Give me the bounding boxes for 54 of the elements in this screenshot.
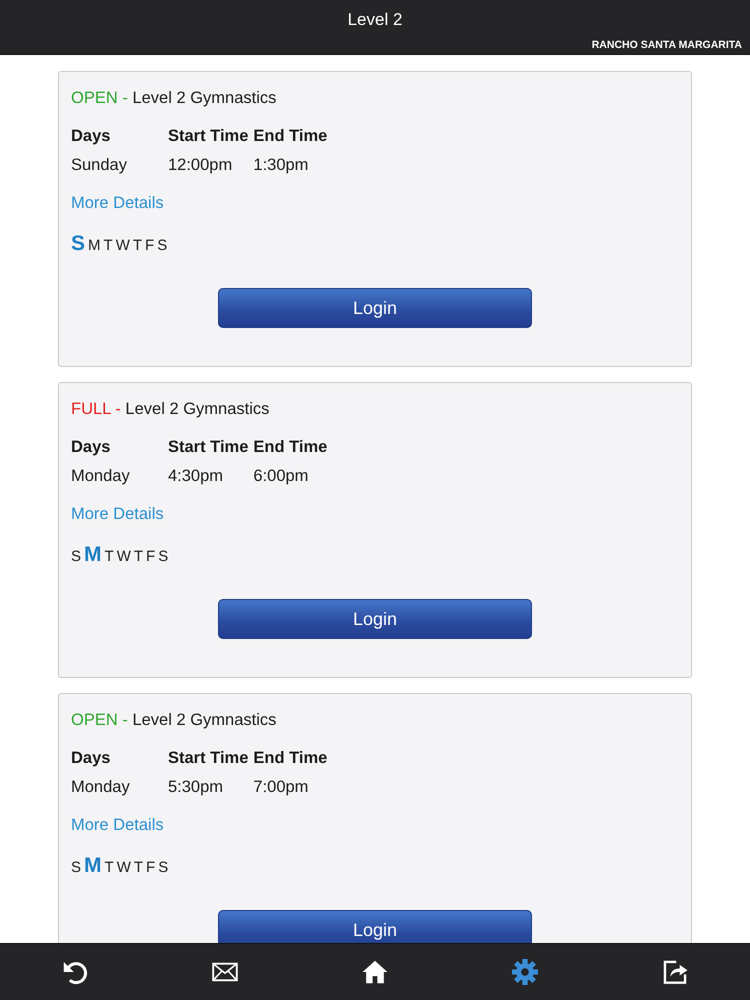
day-letter: S xyxy=(157,236,168,256)
status-label: FULL - xyxy=(71,400,121,418)
table-cell-text: 1:30pm xyxy=(253,155,310,175)
column-header: Start Time xyxy=(168,126,248,146)
day-letter: M xyxy=(84,854,102,878)
table-cell-text: Monday xyxy=(71,466,131,486)
column-header: End Time xyxy=(253,126,328,146)
column-header: End Time xyxy=(253,437,328,457)
table-cell-text: Sunday xyxy=(71,155,128,175)
day-letter: F xyxy=(146,547,156,567)
day-letter: S xyxy=(71,858,82,878)
day-letter: M xyxy=(84,543,102,567)
table-cell-text: 7:00pm xyxy=(253,777,310,797)
share-icon xyxy=(662,959,688,985)
day-letter: T xyxy=(134,858,144,878)
table-cell-text: Monday xyxy=(71,777,131,797)
table-cell-text: 6:00pm xyxy=(253,466,310,486)
page-title: Level 2 xyxy=(346,9,404,30)
login-button[interactable]: Login xyxy=(218,599,532,639)
day-letter: W xyxy=(116,858,131,878)
day-letter: T xyxy=(132,236,142,256)
day-letter: F xyxy=(145,236,154,256)
table-cell-text: 12:00pm xyxy=(168,155,234,175)
location-label: RANCHO SANTA MARGARITA xyxy=(590,39,743,52)
column-header: Start Time xyxy=(168,748,248,768)
day-letter: T xyxy=(104,858,114,878)
day-letter: W xyxy=(116,547,131,567)
settings-icon xyxy=(512,959,538,985)
day-letter: S xyxy=(71,232,86,256)
status-label: OPEN - xyxy=(71,711,128,729)
column-header: Days xyxy=(71,126,112,146)
class-title: Level 2 Gymnastics xyxy=(125,400,270,418)
column-header: Start Time xyxy=(168,437,248,457)
column-header: Days xyxy=(71,748,112,768)
login-button[interactable]: Login xyxy=(218,288,532,328)
table-cell-text: 5:30pm xyxy=(168,777,224,797)
home-icon xyxy=(362,959,388,985)
table-cell-text: 4:30pm xyxy=(168,466,224,486)
login-button[interactable]: Login xyxy=(218,910,532,943)
day-letter: S xyxy=(71,547,82,567)
day-letter: S xyxy=(158,547,168,567)
day-letter: T xyxy=(104,236,113,256)
day-letter: W xyxy=(116,236,130,256)
class-title: Level 2 Gymnastics xyxy=(132,711,276,729)
day-letter: T xyxy=(104,547,114,567)
day-letter: S xyxy=(158,858,168,878)
day-letter: M xyxy=(88,236,101,256)
class-title: Level 2 Gymnastics xyxy=(132,89,276,107)
undo-icon xyxy=(62,959,88,985)
status-label: OPEN - xyxy=(71,89,128,107)
day-letter: T xyxy=(134,547,144,567)
column-header: Days xyxy=(71,437,112,457)
day-letter: F xyxy=(146,858,156,878)
column-header: End Time xyxy=(253,748,328,768)
